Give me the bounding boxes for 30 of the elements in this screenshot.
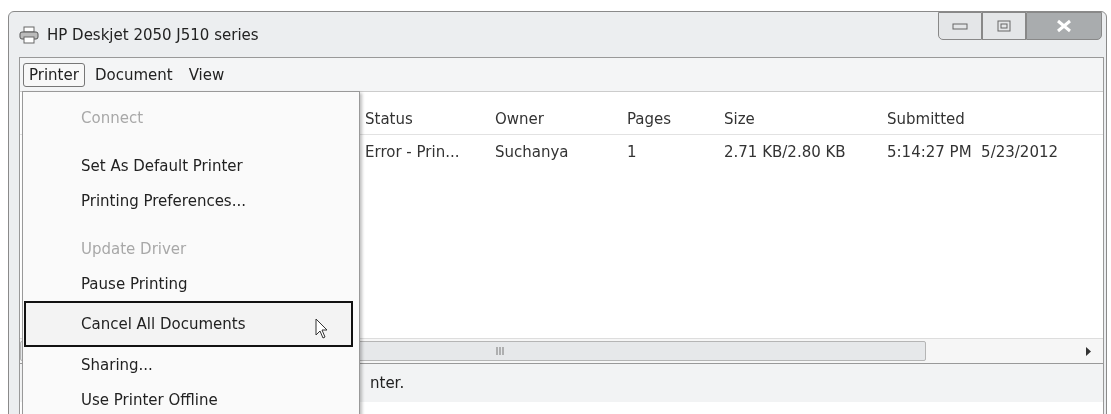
menu-item[interactable]: Cancel All Documents: [24, 301, 353, 347]
minimize-button[interactable]: [938, 12, 982, 40]
maximize-icon: [997, 20, 1011, 32]
menu-bar-item[interactable]: Printer: [23, 62, 85, 87]
table-cell-text: 2.71 KB/2.80 KB: [724, 143, 847, 161]
maximize-button[interactable]: [982, 12, 1026, 40]
table-cell-text: 1: [627, 143, 638, 161]
column-header[interactable]: Status: [365, 110, 495, 134]
column-header[interactable]: Owner: [495, 110, 627, 134]
window-title: HP Deskjet 2050 J510 series: [47, 25, 259, 44]
table-cell-text: Suchanya: [495, 143, 570, 161]
close-button[interactable]: [1026, 12, 1102, 40]
menu-item[interactable]: Printing Preferences...: [24, 183, 353, 218]
menu-bar-item[interactable]: View: [182, 62, 231, 87]
column-header[interactable]: Pages: [627, 110, 724, 134]
menu-bar-item[interactable]: Document: [88, 62, 179, 87]
column-header[interactable]: Submitted: [887, 110, 1103, 134]
mouse-pointer-icon: [315, 318, 329, 340]
table-cell-text: 5:14:27 PM 5/23/2012: [887, 143, 1060, 161]
menu-item[interactable]: Pause Printing: [24, 266, 353, 301]
menu-item[interactable]: Use Printer Offline: [24, 382, 353, 414]
menu-item[interactable]: Set As Default Printer: [24, 148, 353, 183]
close-icon: [1055, 19, 1073, 33]
menu-item[interactable]: Sharing...: [24, 347, 353, 382]
table-cell-text: Error - Prin...: [365, 143, 461, 161]
printer-icon: [19, 25, 39, 44]
column-header[interactable]: Size: [724, 110, 887, 134]
status-text: nter.: [370, 374, 405, 392]
scroll-right-arrow-icon[interactable]: [1086, 346, 1091, 356]
minimize-icon: [952, 22, 968, 30]
